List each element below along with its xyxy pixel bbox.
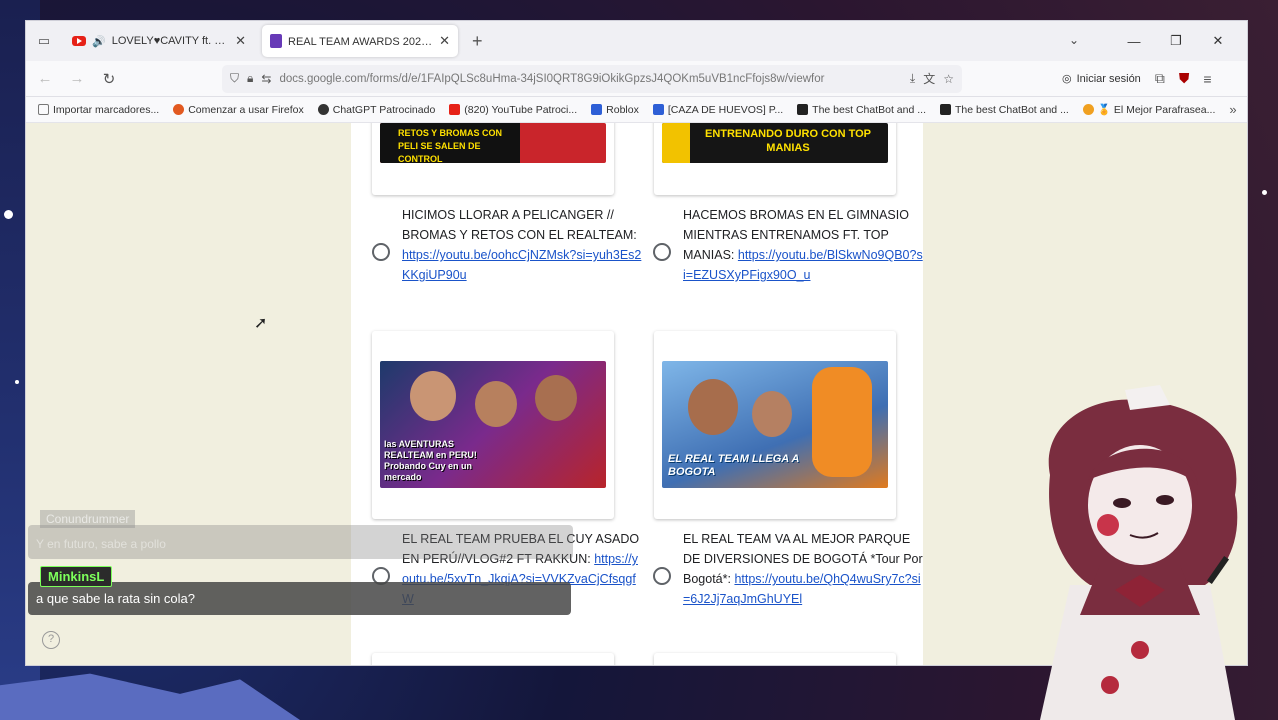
tab-list-icon[interactable]: ▭ [32,29,56,53]
roblox-icon [591,104,603,115]
radio-button[interactable] [653,567,671,585]
star-decoration [15,380,19,384]
bookmark-label: Comenzar a usar Firefox [188,103,304,116]
close-icon[interactable]: ✕ [235,33,246,49]
bookmark-label: 🏅 El Mejor Parafrasea... [1097,104,1216,116]
close-icon[interactable]: ✕ [439,33,450,49]
close-window-button[interactable]: ✕ [1197,33,1239,49]
bookmark-item[interactable]: Importar marcadores... [38,104,159,116]
google-forms-icon [270,34,282,48]
bookmark-label: [CAZA DE HUEVOS] P... [667,103,784,116]
option-card: las AVENTURAS REALTEAM en PERU! Probando… [372,331,614,519]
video-thumbnail: las AVENTURAS REALTEAM en PERU! Probando… [380,361,606,488]
bookmark-item[interactable]: ChatGPT Patrocinado [317,103,436,116]
window-controls: — ❐ ✕ [1113,21,1239,61]
bookmark-label: The best ChatBot and ... [812,103,926,116]
chat-username-fading: Conundrummer [40,510,136,528]
youtube-icon [72,36,86,46]
option-card [654,653,896,665]
chatgpt-icon [317,104,329,115]
chatbot-icon [797,104,809,115]
bookmark-item[interactable]: Roblox [591,104,639,116]
tab-bar: ▭ 🔊 LOVELY♥CAVITY ft. Hatsune ✕ REAL TEA… [26,21,1247,61]
radio-option[interactable]: HICIMOS LLORAR A PELICANGER // BROMAS Y … [372,205,642,285]
mouse-cursor: ➚ [254,315,268,332]
bookmark-item[interactable]: (820) YouTube Patroci... [449,104,577,116]
lock-icon[interactable]: 🔒︎ [247,71,253,86]
star-decoration [1262,190,1267,195]
chat-username: MinkinsL [40,566,113,587]
vtuber-avatar [1040,385,1238,720]
speaker-icon[interactable]: 🔊 [92,35,106,48]
bookmark-item[interactable]: 🏅 El Mejor Parafrasea... [1082,103,1216,116]
help-icon[interactable]: ? [42,631,60,649]
radio-button[interactable] [653,243,671,261]
new-tab-button[interactable]: + [472,31,483,52]
option-card: RETOS Y BROMAS CON PELI SE SALEN DE CONT… [372,123,614,195]
firefox-icon [173,104,185,115]
signin-label: Iniciar sesión [1076,72,1141,85]
bookmark-label: (820) YouTube Patroci... [464,103,578,116]
radio-button[interactable] [372,243,390,261]
chat-text-fading: Y en futuro, sabe a pollo [36,537,166,551]
extensions-icon[interactable]: ⧉ [1155,70,1165,87]
thumbnail-caption: EL REAL TEAM LLEGA A BOGOTA [668,453,799,478]
bookmarks-toolbar: Importar marcadores... Comenzar a usar F… [26,97,1247,123]
address-bar[interactable]: ⛉ 🔒︎ ⇆ docs.google.com/forms/d/e/1FAIpQL… [222,64,962,93]
bookmark-star-icon[interactable]: ☆ [943,72,954,86]
bookmark-item[interactable]: [CAZA DE HUEVOS] P... [652,103,784,116]
video-thumbnail: RETOS Y BROMAS CON PELI SE SALEN DE CONT… [380,123,606,163]
menu-icon[interactable]: ≡ [1203,71,1211,87]
navigation-bar: ← → ↻ ⛉ 🔒︎ ⇆ docs.google.com/forms/d/e/1… [26,61,1247,97]
option-card: EL REAL TEAM LLEGA A BOGOTA [654,331,896,519]
thumbnail-caption: ENTRENANDO DURO CON TOP MANIAS [704,128,872,154]
minimize-button[interactable]: — [1113,34,1155,49]
chatbot-icon [940,104,951,115]
shield-icon[interactable]: ⛉ [230,71,239,86]
save-page-icon[interactable]: ⤓ [910,71,915,86]
bookmark-item[interactable]: The best ChatBot and ... [797,104,926,116]
option-card: ENTRENANDO DURO CON TOP MANIAS [654,123,896,195]
radio-option[interactable]: HACEMOS BROMAS EN EL GIMNASIO MIENTRAS E… [653,205,923,285]
bookmark-item[interactable]: Comenzar a usar Firefox [173,104,304,116]
youtube-icon [449,104,461,115]
bookmark-label: Importar marcadores... [53,103,160,116]
bookmark-label: The best ChatBot and ... [955,103,1069,116]
tab-title: LOVELY♥CAVITY ft. Hatsune [111,35,229,47]
restore-button[interactable]: ❐ [1155,33,1197,49]
permissions-icon[interactable]: ⇆ [261,72,271,86]
forward-button[interactable]: → [68,70,86,87]
signin-button[interactable]: ◎ Iniciar sesión [1062,72,1141,86]
video-thumbnail: ENTRENANDO DURO CON TOP MANIAS [662,123,888,163]
ublock-icon[interactable]: ⛊ [1179,70,1190,87]
option-card [372,653,614,665]
video-link[interactable]: https://youtu.be/oohcCjNZMsk?si=yuh3Es2K… [402,248,641,282]
bookmark-label: Roblox [606,103,639,116]
star-decoration [4,210,13,219]
reload-button[interactable]: ↻ [100,70,118,88]
tab-youtube[interactable]: 🔊 LOVELY♥CAVITY ft. Hatsune ✕ [64,25,254,57]
bookmark-item[interactable]: The best ChatBot and ... [940,104,1069,116]
tab-title: REAL TEAM AWARDS 2025 🏆 [288,35,434,48]
video-thumbnail: EL REAL TEAM LLEGA A BOGOTA [662,361,888,488]
thumbnail-caption: las AVENTURAS REALTEAM en PERU! Probando… [384,439,477,482]
bookmark-label: ChatGPT Patrocinado [332,103,436,116]
tab-forms[interactable]: REAL TEAM AWARDS 2025 🏆 ✕ [262,25,458,57]
import-icon [38,104,49,115]
option-text: HICIMOS LLORAR A PELICANGER // BROMAS Y … [402,208,637,242]
more-bookmarks-icon[interactable]: » [1229,102,1236,117]
account-icon: ◎ [1062,73,1072,85]
radio-option[interactable]: EL REAL TEAM VA AL MEJOR PARQUE DE DIVER… [653,529,923,609]
chevron-down-icon[interactable]: ⌄ [1069,33,1079,47]
thumbnail-caption: RETOS Y BROMAS CON PELI SE SALEN DE CONT… [398,128,503,163]
url-text[interactable]: docs.google.com/forms/d/e/1FAIpQLSc8uHma… [279,73,901,85]
back-button[interactable]: ← [36,70,54,87]
translate-icon[interactable]: 文 [923,70,935,87]
paraphraser-icon [1082,104,1094,115]
roblox-icon [652,104,664,115]
